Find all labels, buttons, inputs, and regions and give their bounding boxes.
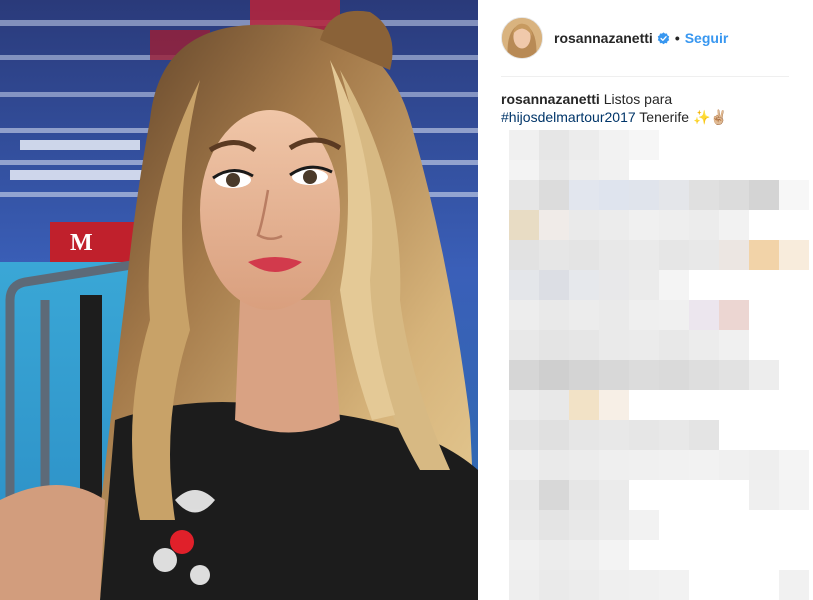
post-photo[interactable]: M — [0, 0, 478, 600]
user-avatar[interactable] — [501, 17, 543, 59]
verified-badge-icon — [657, 31, 670, 45]
follow-button[interactable]: Seguir — [685, 30, 729, 46]
post-caption: rosannazanetti Listos para #hijosdelmart… — [501, 90, 791, 126]
pixelated-comments-block — [501, 122, 813, 600]
caption-username[interactable]: rosannazanetti — [501, 91, 600, 107]
post-side-panel: rosannazanetti • Seguir rosannazanetti L… — [478, 0, 813, 600]
post-username[interactable]: rosannazanetti — [554, 30, 653, 46]
header-divider — [501, 76, 789, 77]
caption-text: Listos para — [603, 91, 673, 107]
separator-dot: • — [674, 30, 680, 46]
selfie-photo: M — [0, 0, 478, 600]
svg-text:M: M — [70, 230, 93, 256]
post-header: rosannazanetti • Seguir — [501, 16, 728, 60]
